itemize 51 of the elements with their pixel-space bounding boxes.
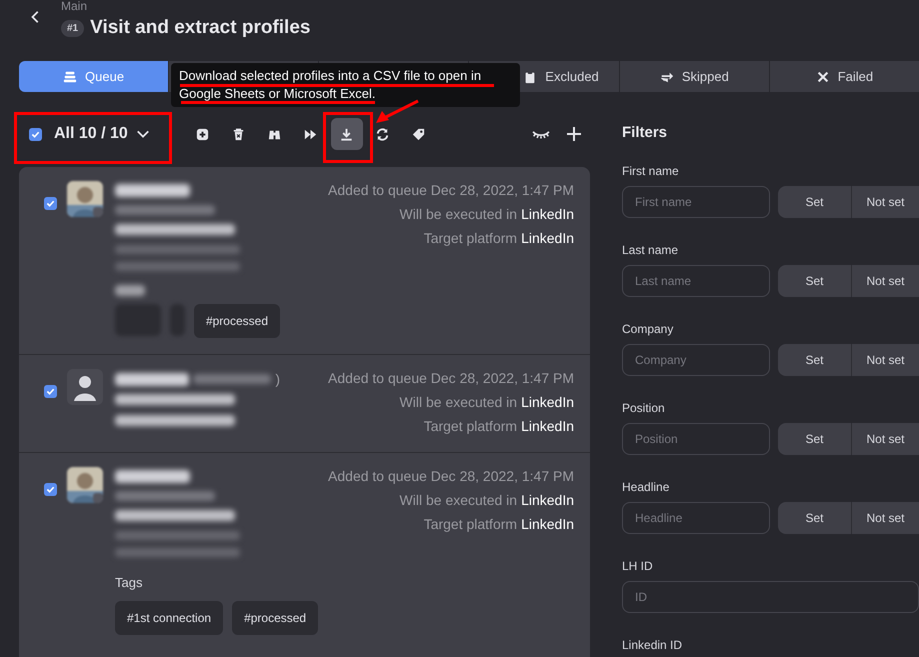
- not-set-button[interactable]: Not set: [852, 265, 919, 297]
- not-set-button[interactable]: Not set: [852, 502, 919, 534]
- platform-name: LinkedIn: [521, 491, 574, 509]
- tab[interactable]: Failed: [770, 61, 919, 92]
- added-date: Added to queue Dec 28, 2022, 1:47 PM: [328, 369, 574, 387]
- set-button[interactable]: Set: [778, 265, 852, 297]
- input-field[interactable]: Last name: [622, 265, 770, 297]
- platform-name: LinkedIn: [521, 515, 574, 533]
- filter-label: Headline: [622, 480, 670, 494]
- platform-name: LinkedIn: [521, 393, 574, 411]
- tags-label: Tags: [115, 574, 144, 592]
- filter-label: First name: [622, 164, 680, 178]
- breadcrumb[interactable]: Main: [61, 0, 88, 12]
- input-field[interactable]: Position: [622, 423, 770, 455]
- tooltip: Download selected profiles into a CSV file to open in Google Sheets or Microsoft Excel.: [171, 63, 520, 107]
- input-field[interactable]: ID: [622, 581, 919, 613]
- input-field[interactable]: Company: [622, 344, 770, 376]
- set-button[interactable]: Set: [778, 344, 852, 376]
- executed-label: Will be executed in: [400, 491, 518, 509]
- filter-label: Last name: [622, 243, 680, 257]
- added-date: Added to queue Dec 28, 2022, 1:47 PM: [328, 181, 574, 199]
- filter-label: Company: [622, 322, 674, 336]
- platform-name: LinkedIn: [521, 205, 574, 223]
- filters-title: Filters: [622, 124, 668, 142]
- target-label: Target platform: [424, 417, 518, 435]
- added-date: Added to queue Dec 28, 2022, 1:47 PM: [328, 467, 574, 485]
- executed-label: Will be executed in: [400, 205, 518, 223]
- page-title: Visit and extract profiles: [90, 16, 310, 40]
- set-button[interactable]: Set: [778, 423, 852, 455]
- tag-chip[interactable]: #processed: [232, 600, 318, 634]
- tag-chip[interactable]: #1st connection: [115, 600, 224, 634]
- set-button[interactable]: Set: [778, 186, 852, 218]
- filter-label: Position: [622, 401, 666, 415]
- target-label: Target platform: [424, 229, 518, 247]
- platform-name: LinkedIn: [521, 229, 574, 247]
- not-set-button[interactable]: Not set: [852, 344, 919, 376]
- name-suffix: ): [275, 372, 280, 386]
- executed-label: Will be executed in: [400, 393, 518, 411]
- filter-label: Linkedin ID: [622, 638, 684, 652]
- set-button[interactable]: Set: [778, 502, 852, 534]
- filter-label: LH ID: [622, 559, 654, 573]
- tag-chip[interactable]: #processed: [194, 304, 280, 338]
- input-field[interactable]: First name: [622, 186, 770, 218]
- step-badge: #1: [61, 20, 84, 37]
- platform-name: LinkedIn: [521, 417, 574, 435]
- input-field[interactable]: Headline: [622, 502, 770, 534]
- not-set-button[interactable]: Not set: [852, 423, 919, 455]
- tab[interactable]: Skipped: [620, 61, 769, 92]
- not-set-button[interactable]: Not set: [852, 186, 919, 218]
- select-dropdown[interactable]: All 10 / 10: [54, 122, 150, 146]
- target-label: Target platform: [424, 515, 518, 533]
